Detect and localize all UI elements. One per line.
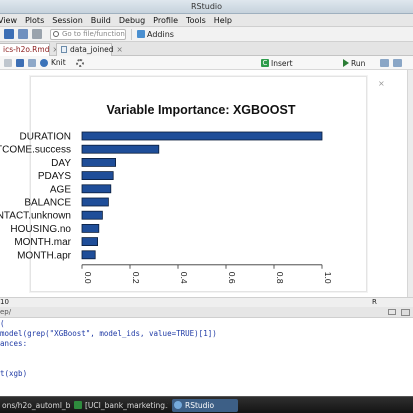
toolbar-divider xyxy=(131,28,132,40)
menu-plots[interactable]: Plots xyxy=(21,14,48,27)
category-label: ONTACT.unknown xyxy=(0,211,71,222)
bar-month-apr xyxy=(81,250,96,260)
tab-data-joined[interactable]: data_joined × xyxy=(56,43,123,56)
taskbar-label: ons/h2o_automl_bi... xyxy=(2,401,70,410)
run-button[interactable]: Run xyxy=(343,56,365,70)
editor-toolbar: Knit C Insert Run xyxy=(0,56,413,70)
taskbar-item[interactable]: ons/h2o_automl_bi... xyxy=(0,399,70,412)
tab-label: data_joined xyxy=(70,45,114,54)
bar-utcome-success xyxy=(81,144,160,154)
run-label: Run xyxy=(351,58,366,68)
x-tick-label: 0.6 xyxy=(227,272,237,284)
taskbar: ons/h2o_automl_bi... [UCI_bank_marketing… xyxy=(0,396,413,413)
save-icon[interactable] xyxy=(16,58,24,67)
rstudio-icon xyxy=(174,401,182,409)
addins-label: Addins xyxy=(147,29,174,39)
category-label: AGE xyxy=(50,184,71,195)
save-icon[interactable] xyxy=(4,29,14,39)
search-icon xyxy=(53,31,59,37)
tab-rmd[interactable]: ics-h2o.Rmd× xyxy=(0,43,59,56)
bar-age xyxy=(81,184,112,194)
knit-button[interactable]: Knit xyxy=(40,58,66,67)
menu-view[interactable]: View xyxy=(0,14,21,27)
category-label: PDAYS xyxy=(38,171,71,182)
taskbar-label: [UCI_bank_marketing.xlsx - L... xyxy=(85,401,168,410)
editor-tabs: ics-h2o.Rmd× data_joined× xyxy=(0,42,413,56)
table-icon xyxy=(61,46,67,53)
menu-profile[interactable]: Profile xyxy=(149,14,182,27)
menu-help[interactable]: Help xyxy=(210,14,236,27)
bar-balance xyxy=(81,197,109,207)
console-line: model(grep("XGBoost", model_ids, value=T… xyxy=(0,329,217,338)
menu-tools[interactable]: Tools xyxy=(182,14,210,27)
bar-pdays xyxy=(81,171,114,180)
menu-session[interactable]: Session xyxy=(48,14,87,27)
outline-icon[interactable] xyxy=(393,59,402,67)
insert-label: Insert xyxy=(271,58,293,68)
bar-ontact-unknown xyxy=(81,210,103,220)
category-label: HOUSING.no xyxy=(10,224,71,235)
insert-icon: C xyxy=(261,59,269,67)
category-label: DAY xyxy=(51,158,71,169)
run-icon xyxy=(343,59,349,67)
print-icon[interactable] xyxy=(32,29,42,39)
close-icon[interactable]: × xyxy=(117,45,123,54)
insert-button[interactable]: C Insert xyxy=(261,56,293,70)
chart-title: Variable Importance: XGBOOST xyxy=(107,103,296,117)
taskbar-label: RStudio xyxy=(185,401,215,410)
variable-importance-chart: Variable Importance: XGBOOST DURATION UTC… xyxy=(0,103,333,284)
maximize-icon[interactable] xyxy=(401,309,410,316)
category-label: BALANCE xyxy=(24,198,71,209)
spreadsheet-icon xyxy=(74,401,82,409)
category-label: UTCOME.success xyxy=(0,145,71,156)
x-tick-label: 0.4 xyxy=(179,272,189,284)
addins-icon xyxy=(137,30,145,38)
goto-file-input[interactable]: Go to file/function xyxy=(50,28,126,40)
x-tick-label: 0.0 xyxy=(83,272,93,284)
cursor-position: 10 xyxy=(0,298,9,306)
console-line: ances: xyxy=(0,339,28,348)
console-line: ( xyxy=(0,319,5,328)
source-icon[interactable] xyxy=(380,59,389,67)
x-tick-label: 0.2 xyxy=(131,272,141,284)
menu-build[interactable]: Build xyxy=(87,14,115,27)
save-all-icon[interactable] xyxy=(18,29,28,39)
editor-extra-icons xyxy=(376,59,402,67)
minimize-icon[interactable] xyxy=(388,309,396,315)
category-label: DURATION xyxy=(20,132,71,143)
spellcheck-icon[interactable] xyxy=(28,58,36,67)
menu-debug[interactable]: Debug xyxy=(115,14,149,27)
bar-day xyxy=(81,158,116,167)
taskbar-item-rstudio[interactable]: RStudio xyxy=(172,399,238,412)
status-bar: 10 R Markdown xyxy=(0,297,413,315)
x-tick-label: 1.0 xyxy=(323,272,333,284)
tab-label: ics-h2o.Rmd xyxy=(3,45,50,54)
console[interactable]: ( model(grep("XGBoost", model_ids, value… xyxy=(0,318,413,396)
editor-scrollbar[interactable] xyxy=(407,70,413,297)
console-path: ep/ xyxy=(0,308,12,316)
bar-duration xyxy=(81,131,323,141)
x-tick-label: 0.8 xyxy=(275,272,285,284)
addins-button[interactable]: Addins xyxy=(137,30,174,39)
category-label: MONTH.apr xyxy=(17,250,72,261)
console-line: t(xgb) xyxy=(0,369,28,378)
bar-month-mar xyxy=(81,237,98,247)
knit-icon xyxy=(40,58,48,67)
back-arrow-icon[interactable] xyxy=(4,58,12,67)
taskbar-item[interactable]: [UCI_bank_marketing.xlsx - L... xyxy=(72,399,168,412)
window-title: RStudio xyxy=(0,0,413,14)
goto-placeholder: Go to file/function xyxy=(62,30,125,38)
console-header: ep/ xyxy=(0,307,413,318)
gear-icon[interactable] xyxy=(75,58,84,67)
bar-housing-no xyxy=(81,223,100,233)
knit-label: Knit xyxy=(51,58,66,67)
category-label: MONTH.mar xyxy=(14,237,71,248)
menu-bar: View Plots Session Build Debug Profile T… xyxy=(0,14,413,27)
main-toolbar: Go to file/function Addins xyxy=(0,27,413,42)
